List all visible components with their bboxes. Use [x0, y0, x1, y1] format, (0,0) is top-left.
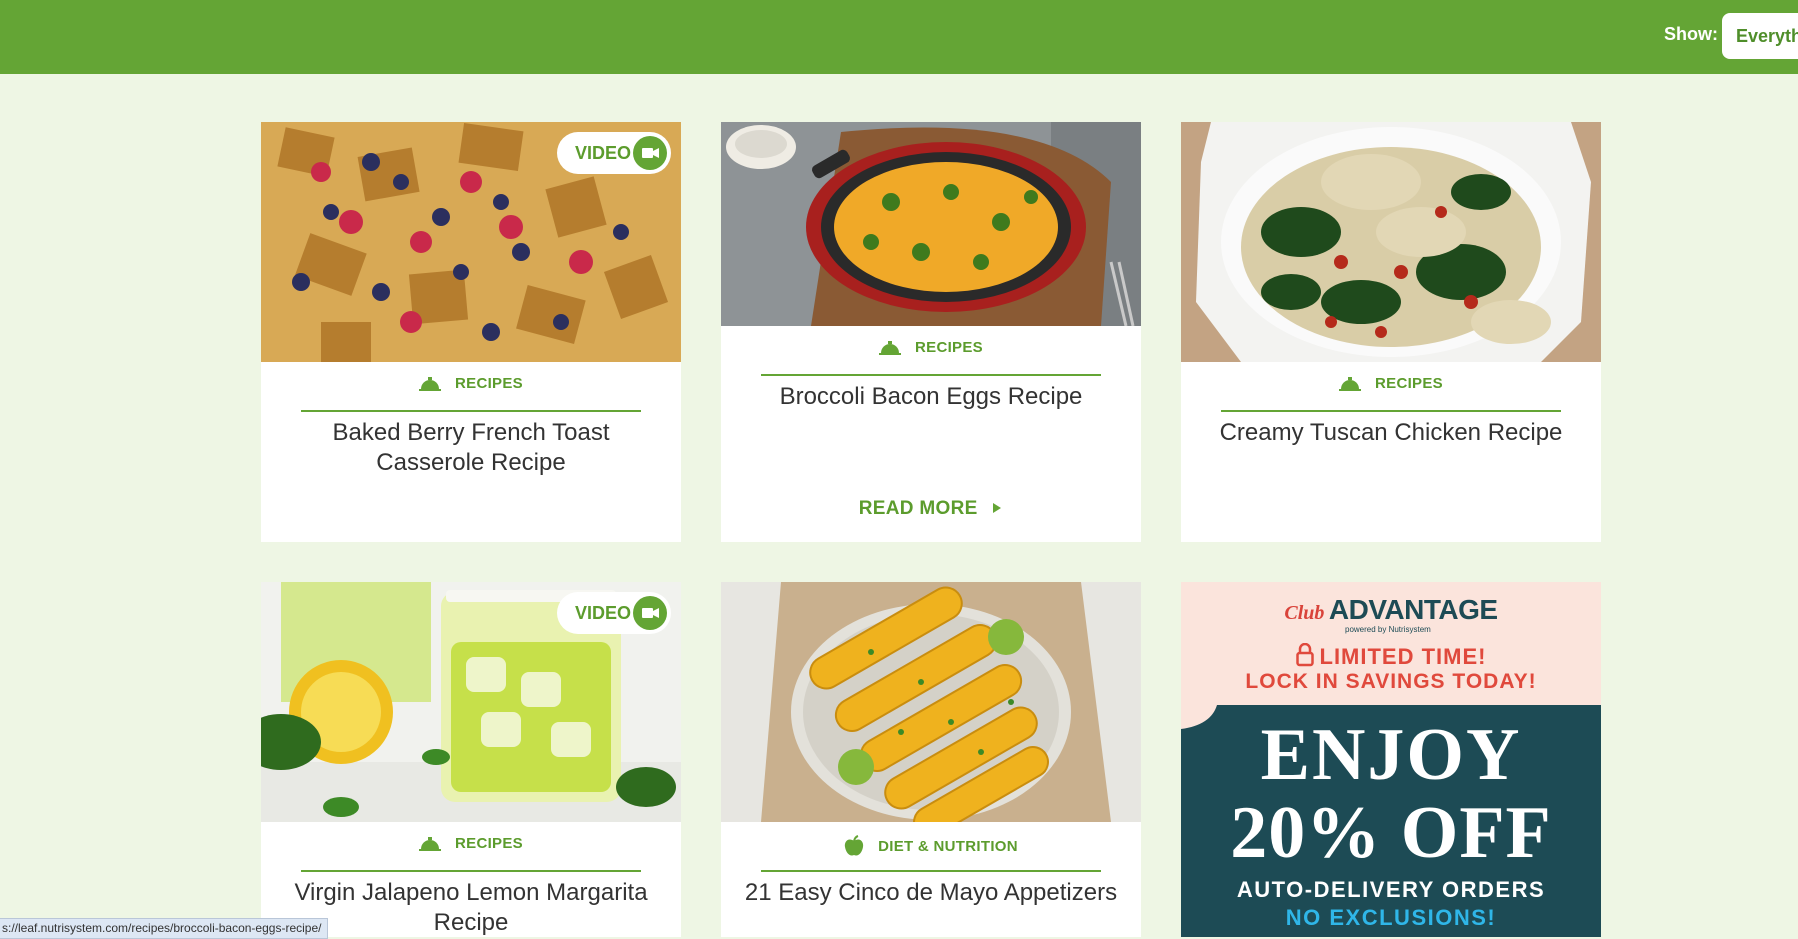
article-card[interactable]: VIDEO RECIPES Virgin Jalapeno Lemon Marg… [261, 582, 681, 937]
lock-icon [1295, 642, 1314, 667]
card-title[interactable]: Virgin Jalapeno Lemon Margarita Recipe [281, 878, 661, 937]
ad-line1: LIMITED TIME! [1181, 642, 1601, 670]
ad-brand: Club ADVANTAGE [1181, 594, 1601, 626]
article-card[interactable]: RECIPES Broccoli Bacon Eggs Recipe READ … [721, 122, 1141, 542]
video-badge[interactable]: VIDEO [557, 132, 671, 174]
card-title[interactable]: Creamy Tuscan Chicken Recipe [1201, 418, 1581, 448]
video-camera-icon [633, 136, 667, 170]
ad-line1-text: LIMITED TIME! [1319, 644, 1487, 669]
card-category-label: DIET & NUTRITION [878, 837, 1018, 855]
card-divider [301, 410, 641, 412]
caret-right-icon [993, 503, 1002, 513]
card-category-label: RECIPES [455, 835, 523, 852]
video-badge-label: VIDEO [575, 603, 632, 623]
card-category[interactable]: RECIPES [721, 339, 1141, 356]
card-image[interactable] [1181, 122, 1601, 362]
card-title[interactable]: 21 Easy Cinco de Mayo Appetizers [741, 878, 1121, 908]
article-card[interactable]: DIET & NUTRITION 21 Easy Cinco de Mayo A… [721, 582, 1141, 937]
card-category-label: RECIPES [455, 375, 523, 392]
card-title[interactable]: Baked Berry French Toast Casserole Recip… [281, 418, 661, 478]
ad-brand-script: Club [1284, 602, 1325, 624]
read-more-link[interactable]: READ MORE [721, 498, 1141, 520]
video-badge-label: VIDEO [575, 143, 632, 163]
card-image[interactable] [721, 582, 1141, 822]
card-category-label: RECIPES [915, 339, 983, 356]
cloche-icon [1339, 376, 1362, 391]
card-category[interactable]: RECIPES [261, 835, 681, 852]
card-divider [761, 374, 1101, 376]
ad-brand-name: ADVANTAGE [1328, 594, 1498, 625]
card-divider [1221, 410, 1561, 412]
card-title[interactable]: Broccoli Bacon Eggs Recipe [741, 382, 1121, 412]
cloche-icon [419, 836, 442, 851]
ad-headline2: 20% OFF [1230, 792, 1552, 874]
show-filter-select[interactable]: Everythi [1722, 13, 1798, 59]
show-filter-label: Show: [1664, 24, 1718, 44]
card-divider [301, 870, 641, 872]
card-category[interactable]: DIET & NUTRITION [721, 835, 1141, 857]
card-category[interactable]: RECIPES [1181, 375, 1601, 392]
ad-headline1: ENJOY [1260, 714, 1522, 796]
ad-brand-powered: powered by Nutrisystem [1345, 625, 1431, 634]
ad-line2: LOCK IN SAVINGS TODAY! [1245, 670, 1537, 693]
promo-banner[interactable]: Club ADVANTAGE powered by Nutrisystem LI… [1181, 582, 1601, 937]
ad-offer-panel: ENJOY 20% OFF AUTO-DELIVERY ORDERS NO EX… [1181, 705, 1601, 937]
video-camera-icon [633, 596, 667, 630]
ad-sub1: AUTO-DELIVERY ORDERS [1236, 877, 1546, 902]
article-card[interactable]: VIDEO RECIPES Baked Berry French Toast C… [261, 122, 681, 542]
top-bar: Show: Everythi [0, 0, 1798, 74]
cloche-icon [879, 340, 902, 355]
ad-sub2: NO EXCLUSIONS! [1285, 905, 1497, 930]
card-category-label: RECIPES [1375, 375, 1443, 392]
apple-icon [844, 835, 864, 856]
article-card[interactable]: RECIPES Creamy Tuscan Chicken Recipe [1181, 122, 1601, 542]
card-divider [761, 870, 1101, 872]
video-badge[interactable]: VIDEO [557, 592, 671, 634]
read-more-label: READ MORE [858, 498, 978, 519]
card-image[interactable] [721, 122, 1141, 326]
cloche-icon [419, 376, 442, 391]
browser-status-url: s://leaf.nutrisystem.com/recipes/broccol… [0, 918, 329, 939]
card-category[interactable]: RECIPES [261, 375, 681, 392]
